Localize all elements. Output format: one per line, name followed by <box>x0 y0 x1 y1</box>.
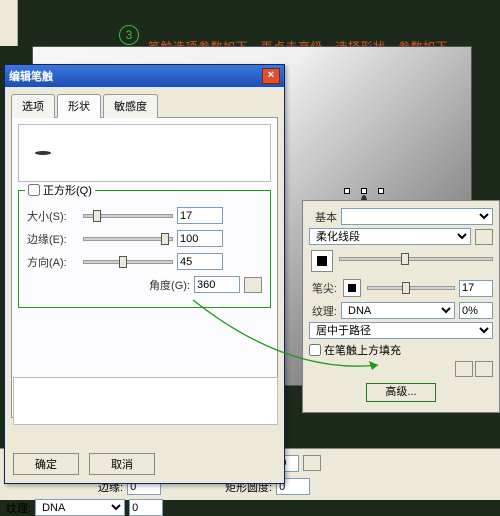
angle-input[interactable] <box>194 276 240 293</box>
advanced-button[interactable]: 高级... <box>366 383 436 402</box>
tab-sensitivity[interactable]: 敏感度 <box>103 94 158 118</box>
dock-tool-2[interactable] <box>475 361 493 377</box>
dialog-lower-box <box>13 377 278 425</box>
edge-slider-thumb[interactable] <box>161 233 169 245</box>
angle-label: 角度(G): <box>149 277 190 293</box>
tip-slider-thumb[interactable] <box>401 253 409 265</box>
shape-group: 正方形(Q) 大小(S): 边缘(E): 方向(A): 角度(G): <box>18 190 271 308</box>
app-left-strip <box>0 0 18 46</box>
softline-extra-button[interactable] <box>475 229 493 245</box>
angle-spin-button[interactable] <box>244 277 262 293</box>
tab-shape[interactable]: 形状 <box>57 94 101 118</box>
basic-select[interactable] <box>341 208 493 225</box>
tip-preview[interactable] <box>343 279 361 297</box>
close-icon[interactable]: × <box>262 68 280 84</box>
fill-above-checkbox[interactable] <box>309 344 321 356</box>
tip-label: 笔尖: <box>309 280 337 296</box>
tab-options[interactable]: 选项 <box>11 94 55 118</box>
softline-select[interactable]: 柔化线段 <box>309 228 471 245</box>
size-slider-thumb[interactable] <box>93 210 101 222</box>
texture-select[interactable]: DNA <box>341 302 455 319</box>
tab-pane: 正方形(Q) 大小(S): 边缘(E): 方向(A): 角度(G): <box>11 118 278 418</box>
center-path-select[interactable]: 居中于路径 <box>309 322 493 339</box>
tip-size-slider-thumb[interactable] <box>402 282 410 294</box>
tip-size-input[interactable] <box>459 280 493 297</box>
edit-stroke-dialog: 编辑笔触 × 选项 形状 敏感度 正方形(Q) 大小(S): 边缘(E): <box>4 64 285 484</box>
aspect-slider-thumb[interactable] <box>119 256 127 268</box>
texture-pct-input[interactable] <box>459 302 493 319</box>
brush-docker: 基本 柔化线段 笔尖: 纹理: DNA 居中于路径 在笔触上方填充 高级... <box>302 200 500 413</box>
size-input[interactable] <box>177 207 223 224</box>
square-label: 正方形(Q) <box>43 182 92 198</box>
bbar-amount-btn[interactable] <box>303 455 321 471</box>
basic-label: 基本 <box>309 209 337 225</box>
ok-button[interactable]: 确定 <box>13 453 79 475</box>
dialog-titlebar[interactable]: 编辑笔触 × <box>5 65 284 87</box>
dialog-tabs: 选项 形状 敏感度 <box>11 93 278 118</box>
bbar-texture-select[interactable]: DNA <box>35 499 125 516</box>
square-checkbox[interactable] <box>28 184 40 196</box>
cancel-button[interactable]: 取消 <box>89 453 155 475</box>
aspect-label: 方向(A): <box>27 254 79 270</box>
step-badge: 3 <box>119 25 139 45</box>
aspect-input[interactable] <box>177 253 223 270</box>
dock-tool-1[interactable] <box>455 361 473 377</box>
dialog-title: 编辑笔触 <box>9 68 53 84</box>
size-label: 大小(S): <box>27 208 79 224</box>
dialog-buttons: 确定 取消 <box>5 445 284 483</box>
stroke-preview <box>18 124 271 182</box>
tip-swatch[interactable] <box>311 250 333 272</box>
fill-above-label: 在笔触上方填充 <box>324 342 401 358</box>
bbar-texture-label: 纹理: <box>6 500 31 516</box>
edge-input[interactable] <box>177 230 223 247</box>
bbar-texture-pct[interactable] <box>129 499 163 516</box>
texture-label: 纹理: <box>309 303 337 319</box>
edge-label: 边缘(E): <box>27 231 79 247</box>
